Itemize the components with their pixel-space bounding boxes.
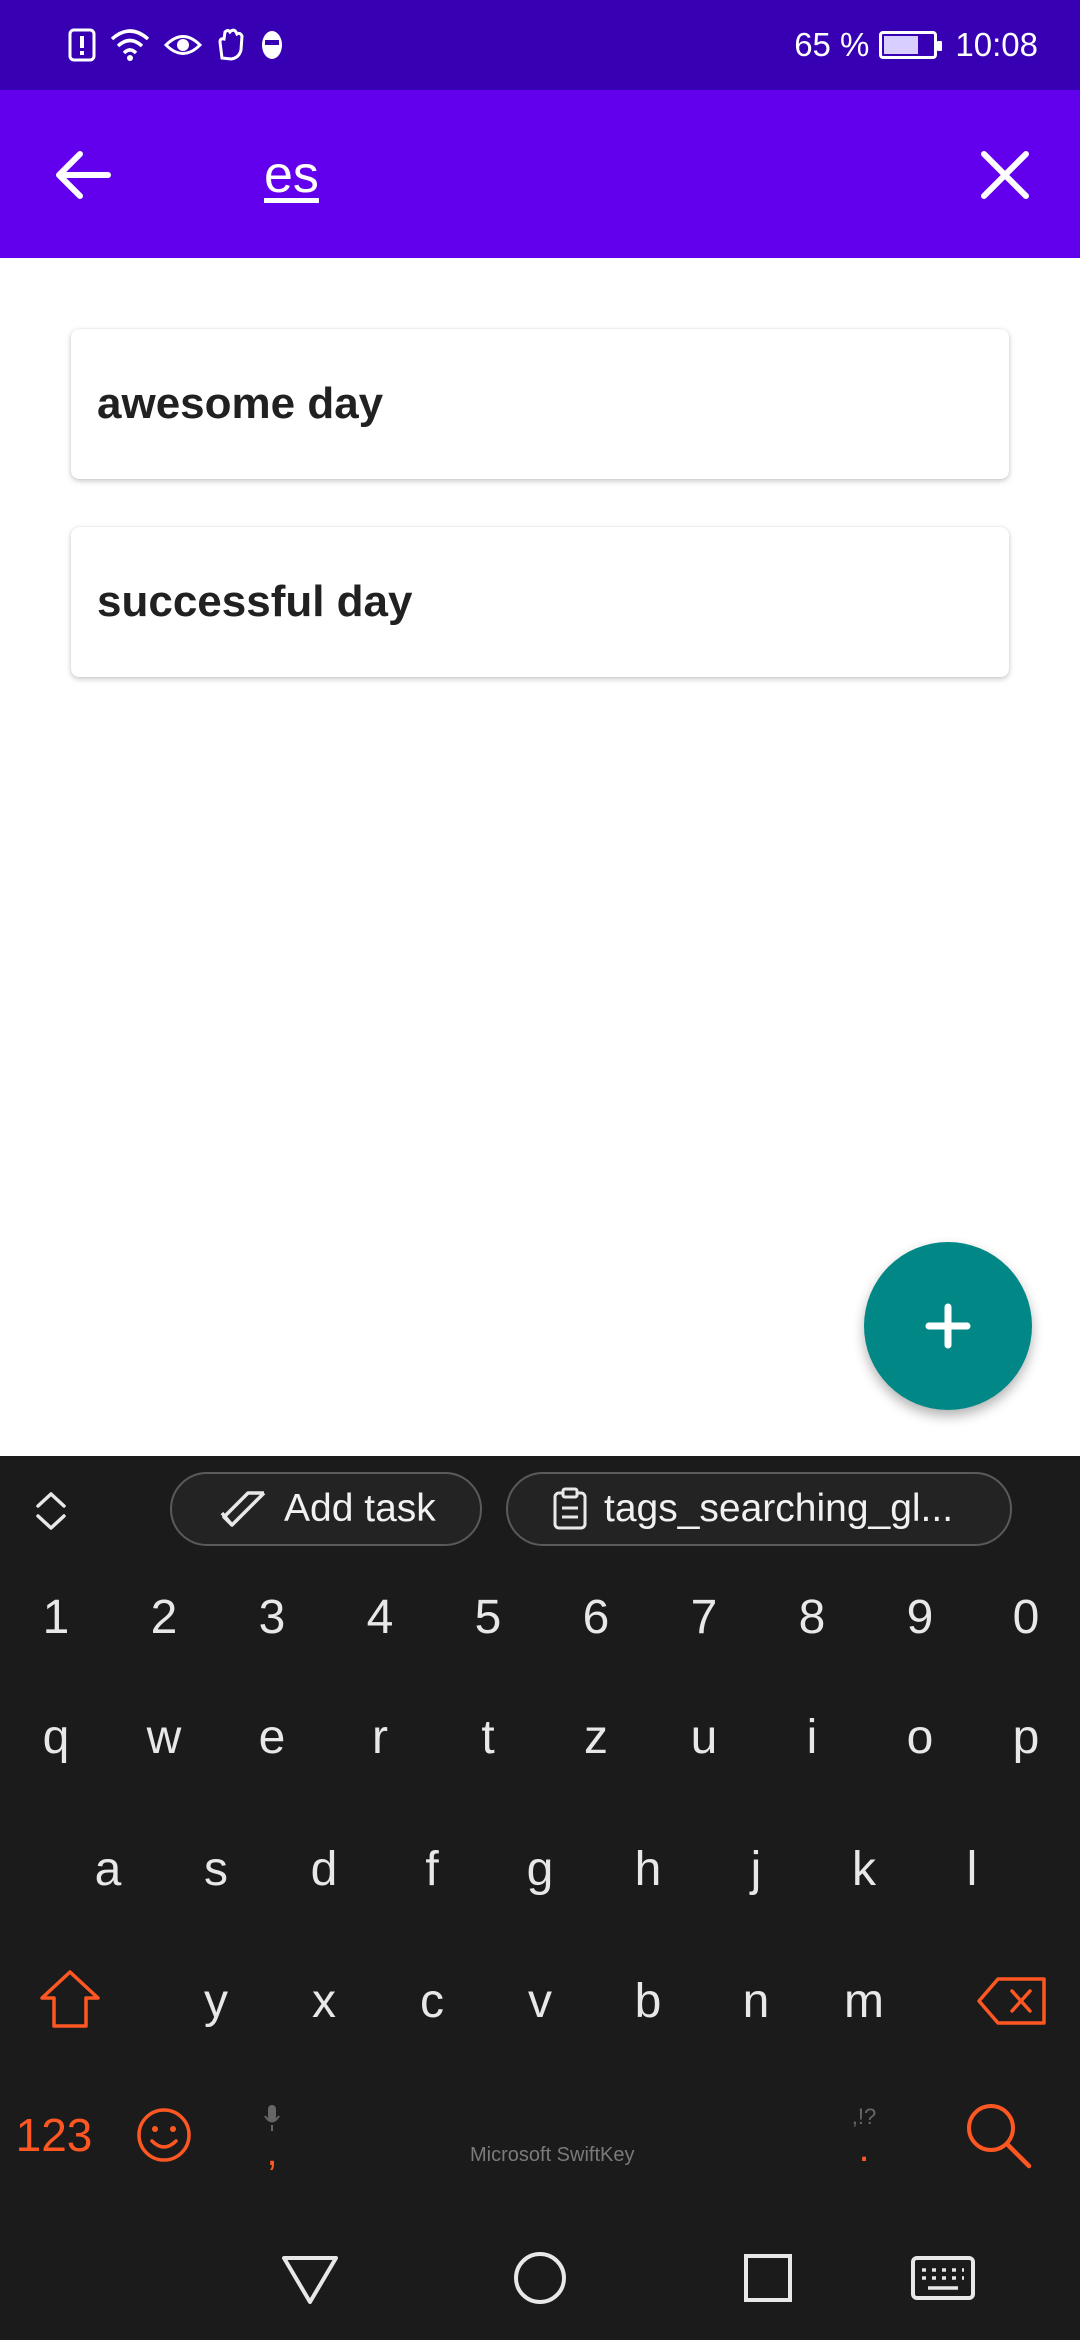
emoji-key[interactable] — [110, 2080, 218, 2190]
key-8[interactable]: 8 — [758, 1562, 866, 1672]
key-c[interactable]: c — [378, 1946, 486, 2056]
backspace-icon — [977, 1977, 1046, 2025]
system-nav-bar — [0, 2216, 1080, 2340]
keyboard-toolbar: Add task tags_searching_gl... — [0, 1456, 1080, 1568]
back-triangle-icon[interactable] — [278, 2246, 342, 2310]
plus-icon — [925, 1303, 971, 1349]
key-3[interactable]: 3 — [218, 1562, 326, 1672]
search-app-bar — [0, 90, 1080, 258]
key-v[interactable]: v — [486, 1946, 594, 2056]
comma-label: , — [266, 2130, 278, 2174]
clipboard-icon — [553, 1487, 587, 1530]
key-2[interactable]: 2 — [110, 1562, 218, 1672]
hand-icon — [218, 28, 244, 61]
expand-toolbar-icon[interactable] — [28, 1488, 74, 1534]
recents-square-icon[interactable] — [736, 2246, 800, 2310]
status-icons — [68, 24, 284, 66]
key-k[interactable]: k — [810, 1814, 918, 1924]
eye-icon — [164, 35, 202, 55]
home-circle-icon[interactable] — [508, 2246, 572, 2310]
key-6[interactable]: 6 — [542, 1562, 650, 1672]
status-bar: 65 % 10:08 — [0, 0, 1080, 90]
key-t[interactable]: t — [434, 1682, 542, 1792]
key-h[interactable]: h — [594, 1814, 702, 1924]
key-z[interactable]: z — [542, 1682, 650, 1792]
microphone-icon — [264, 2105, 280, 2131]
arrow-left-icon[interactable] — [48, 140, 118, 210]
result-card[interactable]: successful day — [71, 527, 1009, 677]
status-right: 65 % 10:08 — [794, 22, 1038, 68]
clipboard-chip[interactable]: tags_searching_gl... — [506, 1472, 1012, 1546]
clock: 10:08 — [955, 26, 1038, 63]
search-key[interactable] — [944, 2080, 1052, 2190]
comma-key[interactable]: , — [218, 2080, 326, 2190]
spacebar[interactable]: Microsoft SwiftKey — [330, 2080, 810, 2190]
key-p[interactable]: p — [972, 1682, 1080, 1792]
period-label: . — [858, 2126, 870, 2170]
key-s[interactable]: s — [162, 1814, 270, 1924]
swiftkey-keyboard: Add task tags_searching_gl... 1 2 3 4 5 … — [0, 1456, 1080, 2216]
search-results-list: awesome day successful day — [71, 329, 1009, 725]
add-task-chip[interactable]: Add task — [170, 1472, 482, 1546]
key-0[interactable]: 0 — [972, 1562, 1080, 1672]
key-l[interactable]: l — [918, 1814, 1026, 1924]
spacebar-label: Microsoft SwiftKey — [470, 2144, 635, 2166]
key-i[interactable]: i — [758, 1682, 866, 1792]
search-icon — [967, 2104, 1032, 2169]
key-b[interactable]: b — [594, 1946, 702, 2056]
key-y[interactable]: y — [162, 1946, 270, 2056]
add-task-label: Add task — [284, 1487, 436, 1530]
key-j[interactable]: j — [702, 1814, 810, 1924]
key-g[interactable]: g — [486, 1814, 594, 1924]
symbols-key[interactable]: 123 — [0, 2080, 108, 2190]
key-f[interactable]: f — [378, 1814, 486, 1924]
backspace-key[interactable] — [958, 1946, 1066, 2056]
key-1[interactable]: 1 — [2, 1562, 110, 1672]
shift-icon — [40, 1970, 100, 2028]
result-title: successful day — [97, 577, 413, 626]
battery-icon — [879, 31, 943, 59]
key-r[interactable]: r — [326, 1682, 434, 1792]
key-u[interactable]: u — [650, 1682, 758, 1792]
smiley-icon — [137, 2108, 191, 2162]
key-q[interactable]: q — [2, 1682, 110, 1792]
key-7[interactable]: 7 — [650, 1562, 758, 1672]
wifi-icon — [110, 29, 150, 61]
battery-percent: 65 % — [794, 26, 870, 63]
shift-key[interactable] — [16, 1944, 124, 2054]
search-input[interactable] — [262, 134, 866, 216]
result-title: awesome day — [97, 379, 384, 428]
mask-icon — [262, 31, 282, 59]
key-9[interactable]: 9 — [866, 1562, 974, 1672]
key-a[interactable]: a — [54, 1814, 162, 1924]
period-key[interactable]: ,!? . — [810, 2080, 918, 2190]
key-5[interactable]: 5 — [434, 1562, 542, 1672]
key-n[interactable]: n — [702, 1946, 810, 2056]
key-m[interactable]: m — [810, 1946, 918, 2056]
key-x[interactable]: x — [270, 1946, 378, 2056]
add-fab-button[interactable] — [864, 1242, 1032, 1410]
clipboard-label: tags_searching_gl... — [604, 1487, 954, 1530]
check-tag-icon — [220, 1491, 266, 1527]
key-o[interactable]: o — [866, 1682, 974, 1792]
keyboard-switch-icon[interactable] — [910, 2246, 976, 2310]
key-d[interactable]: d — [270, 1814, 378, 1924]
alert-icon — [68, 28, 96, 62]
key-e[interactable]: e — [218, 1682, 326, 1792]
key-w[interactable]: w — [110, 1682, 218, 1792]
close-icon[interactable] — [970, 140, 1040, 210]
key-4[interactable]: 4 — [326, 1562, 434, 1672]
result-card[interactable]: awesome day — [71, 329, 1009, 479]
